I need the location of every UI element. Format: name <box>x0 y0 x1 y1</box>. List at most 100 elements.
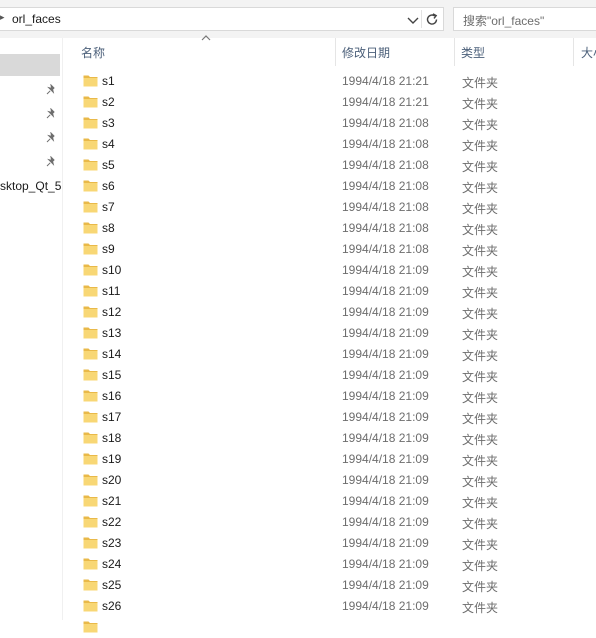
file-modified-date: 1994/4/18 21:09 <box>342 557 429 571</box>
file-row[interactable]: s1 1994/4/18 21:21 文件夹 <box>79 71 596 92</box>
file-modified-date: 1994/4/18 21:09 <box>342 305 429 319</box>
file-row[interactable]: s22 1994/4/18 21:09 文件夹 <box>79 512 596 533</box>
file-type: 文件夹 <box>462 433 499 447</box>
file-modified-date: 1994/4/18 21:08 <box>342 200 429 214</box>
pin-icon[interactable] <box>45 107 57 120</box>
file-row[interactable]: s16 1994/4/18 21:09 文件夹 <box>79 386 596 407</box>
column-header-type[interactable]: 类型 <box>455 38 573 66</box>
file-modified-date: 1994/4/18 21:09 <box>342 578 429 592</box>
file-row[interactable]: s10 1994/4/18 21:09 文件夹 <box>79 260 596 281</box>
file-row[interactable]: s23 1994/4/18 21:09 文件夹 <box>79 533 596 554</box>
folder-icon <box>83 284 98 297</box>
file-row[interactable]: s9 1994/4/18 21:08 文件夹 <box>79 239 596 260</box>
folder-icon <box>83 200 98 213</box>
file-name: s13 <box>102 326 122 340</box>
file-name: s9 <box>102 242 115 256</box>
file-name: s22 <box>102 515 122 529</box>
folder-icon <box>83 578 98 591</box>
navigation-pane: sktop_Qt_5 <box>0 38 62 620</box>
file-name: s26 <box>102 599 122 613</box>
file-name: s14 <box>102 347 122 361</box>
file-type: 文件夹 <box>462 307 499 321</box>
file-type: 文件夹 <box>462 223 499 237</box>
file-row[interactable]: s12 1994/4/18 21:09 文件夹 <box>79 302 596 323</box>
file-modified-date: 1994/4/18 21:08 <box>342 179 429 193</box>
pane-divider[interactable] <box>62 38 63 620</box>
file-row[interactable]: s17 1994/4/18 21:09 文件夹 <box>79 407 596 428</box>
file-name: s15 <box>102 368 122 382</box>
file-row[interactable]: s26 1994/4/18 21:09 文件夹 <box>79 596 596 617</box>
folder-icon <box>83 74 98 87</box>
chevron-down-icon[interactable] <box>405 12 421 28</box>
file-row[interactable]: s7 1994/4/18 21:08 文件夹 <box>79 197 596 218</box>
breadcrumb-chevron-icon[interactable]: ▸ <box>0 12 5 23</box>
file-row[interactable]: s24 1994/4/18 21:09 文件夹 <box>79 554 596 575</box>
file-row[interactable]: s2 1994/4/18 21:21 文件夹 <box>79 92 596 113</box>
pin-icon[interactable] <box>45 83 57 96</box>
file-name: s11 <box>102 284 121 298</box>
pin-icon[interactable] <box>45 131 57 144</box>
file-name: s2 <box>102 95 115 109</box>
file-row[interactable]: s21 1994/4/18 21:09 文件夹 <box>79 491 596 512</box>
address-bar[interactable]: ▸ orl_faces <box>0 7 444 31</box>
column-header-date-label: 修改日期 <box>342 46 391 60</box>
file-modified-date: 1994/4/18 21:08 <box>342 158 429 172</box>
file-name: s25 <box>102 578 122 592</box>
refresh-icon[interactable] <box>423 11 441 28</box>
column-header-size[interactable]: 大小 <box>574 38 596 66</box>
file-row[interactable]: s13 1994/4/18 21:09 文件夹 <box>79 323 596 344</box>
file-row[interactable]: s15 1994/4/18 21:09 文件夹 <box>79 365 596 386</box>
file-type: 文件夹 <box>462 538 499 552</box>
file-row[interactable]: s6 1994/4/18 21:08 文件夹 <box>79 176 596 197</box>
file-modified-date: 1994/4/18 21:09 <box>342 326 429 340</box>
file-modified-date: 1994/4/18 21:09 <box>342 494 429 508</box>
file-type: 文件夹 <box>462 118 499 132</box>
file-name: s7 <box>102 200 115 214</box>
folder-icon <box>83 368 98 381</box>
file-type: 文件夹 <box>462 76 499 90</box>
file-row[interactable]: s3 1994/4/18 21:08 文件夹 <box>79 113 596 134</box>
file-modified-date: 1994/4/18 21:09 <box>342 284 429 298</box>
file-type: 文件夹 <box>462 139 499 153</box>
file-row[interactable]: s20 1994/4/18 21:09 文件夹 <box>79 470 596 491</box>
file-type: 文件夹 <box>462 454 499 468</box>
folder-icon <box>83 599 98 612</box>
file-row[interactable]: s18 1994/4/18 21:09 文件夹 <box>79 428 596 449</box>
file-modified-date: 1994/4/18 21:09 <box>342 599 429 613</box>
search-input[interactable]: 搜索"orl_faces" <box>453 7 596 31</box>
nav-selected-item[interactable] <box>0 54 60 76</box>
file-row[interactable]: s8 1994/4/18 21:08 文件夹 <box>79 218 596 239</box>
file-type: 文件夹 <box>462 601 499 615</box>
folder-icon <box>83 137 98 150</box>
file-modified-date: 1994/4/18 21:08 <box>342 116 429 130</box>
file-row[interactable]: s25 1994/4/18 21:09 文件夹 <box>79 575 596 596</box>
address-divider <box>421 10 422 28</box>
file-row[interactable]: s11 1994/4/18 21:09 文件夹 <box>79 281 596 302</box>
file-row[interactable]: s4 1994/4/18 21:08 文件夹 <box>79 134 596 155</box>
file-modified-date: 1994/4/18 21:09 <box>342 473 429 487</box>
file-row-partial[interactable] <box>79 617 596 638</box>
column-header-name[interactable]: 名称 <box>79 38 335 66</box>
pin-icon[interactable] <box>45 155 57 168</box>
file-modified-date: 1994/4/18 21:09 <box>342 368 429 382</box>
file-type: 文件夹 <box>462 517 499 531</box>
file-row[interactable]: s19 1994/4/18 21:09 文件夹 <box>79 449 596 470</box>
column-header-date[interactable]: 修改日期 <box>336 38 454 66</box>
file-modified-date: 1994/4/18 21:09 <box>342 431 429 445</box>
breadcrumb-current-folder[interactable]: orl_faces <box>12 12 61 26</box>
folder-icon <box>83 158 98 171</box>
file-type: 文件夹 <box>462 202 499 216</box>
file-row[interactable]: s14 1994/4/18 21:09 文件夹 <box>79 344 596 365</box>
folder-icon <box>83 452 98 465</box>
file-type: 文件夹 <box>462 265 499 279</box>
file-type: 文件夹 <box>462 181 499 195</box>
file-row[interactable]: s5 1994/4/18 21:08 文件夹 <box>79 155 596 176</box>
folder-icon <box>83 389 98 402</box>
file-modified-date: 1994/4/18 21:08 <box>342 242 429 256</box>
folder-icon <box>83 221 98 234</box>
file-type: 文件夹 <box>462 328 499 342</box>
top-bar: ▸ orl_faces 搜索"orl_faces" <box>0 0 596 38</box>
folder-icon <box>83 179 98 192</box>
nav-item-desktop-qt[interactable]: sktop_Qt_5 <box>0 179 61 193</box>
file-type: 文件夹 <box>462 391 499 405</box>
